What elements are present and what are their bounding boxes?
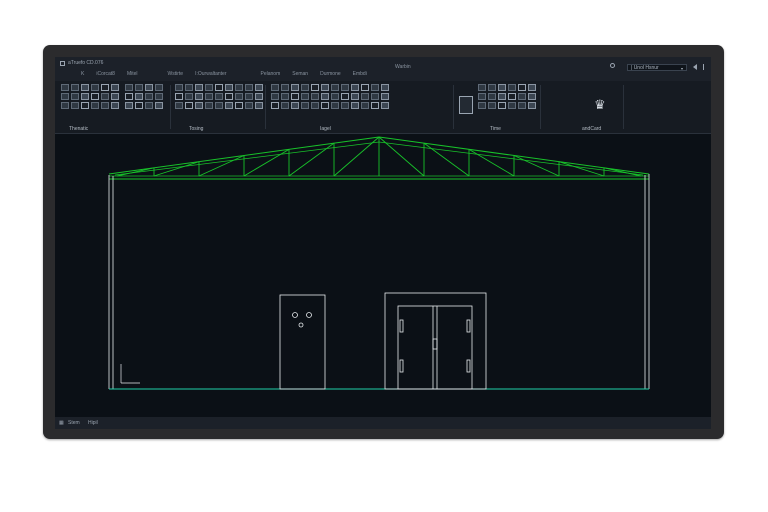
group-label-iagel: Iagel [320,126,331,132]
truss-member [378,136,425,177]
tool-group-iagel[interactable] [271,84,389,109]
menu-item-k[interactable]: K [81,71,84,77]
ribbon-separator [540,85,541,129]
single-door-frame [279,294,326,390]
search-icon[interactable] [610,63,615,68]
app-logo-icon [60,60,65,66]
ribbon-separator [265,85,266,129]
ribbon-separator [453,85,454,129]
prev-icon[interactable] [693,64,697,70]
monitor-bezel: aTruefo CD.076 K iCorcat8 Mitel Wstirte … [43,45,724,439]
status-icon: ▦ [59,420,64,426]
menu-item-wstirte[interactable]: Wstirte [168,71,184,77]
workspace-value: | Unol Hsnur [631,65,659,71]
window-title: Warbin [395,64,411,70]
truss-member [558,161,605,177]
status-right[interactable]: Hipil [88,420,98,426]
double-door [384,292,487,390]
app-name: aTruefo CD.076 [60,60,103,66]
menu-item-durmone[interactable]: Durmone [320,71,341,77]
menu-item-embdi[interactable]: Embdi [353,71,367,77]
tool-group-time[interactable] [478,84,536,109]
crown-icon[interactable]: ♛ [594,98,606,111]
chevron-down-icon: ▾ [680,66,683,71]
hinge [466,359,471,373]
menu-item-seman[interactable]: Seman [292,71,308,77]
tool-group-tosing[interactable] [175,84,263,109]
menu-item-ourwaltanter[interactable]: I:Ourwaltanter [195,71,226,77]
truss-member [378,141,644,176]
hinge [399,319,404,333]
title-bar: aTruefo CD.076 K iCorcat8 Mitel Wstirte … [55,57,711,81]
menu-item-corcat[interactable]: iCorcat8 [96,71,115,77]
status-bar: ▦ Stem Hipil [55,417,711,429]
drawing-canvas[interactable] [55,134,711,416]
truss-member [114,141,380,176]
ribbon-toolbar: ♛ Thenatic Tosing Iagel Time andCard [55,81,711,134]
ribbon-separator [170,85,171,129]
tool-group-thenatic-extra[interactable] [125,84,163,109]
door-window-left [292,312,298,318]
truss-member [333,136,380,177]
group-label-tosing: Tosing [189,126,204,132]
ribbon-separator [623,85,624,129]
door-window-right [306,312,312,318]
double-door-leaf [397,305,473,390]
door-knob [298,322,304,328]
ucs-axis-icon [120,364,140,384]
workspace-dropdown[interactable]: | Unol Hsnur ▾ [627,64,687,71]
status-left[interactable]: Stem [68,420,80,426]
hinge [466,319,471,333]
hinge [399,359,404,373]
truss-member [468,148,515,177]
cad-application-window: aTruefo CD.076 K iCorcat8 Mitel Wstirte … [55,57,711,429]
double-door-frame [384,292,487,390]
group-label-thenatic: Thenatic [69,126,89,132]
app-name-label: aTruefo CD.076 [68,60,104,66]
menu-item-pelanom[interactable]: Pelanom [261,71,281,77]
door-handle [432,338,438,350]
group-label-time: Time [490,126,501,132]
tool-group-thenatic[interactable] [61,84,119,109]
single-door [279,294,326,390]
menu-item-mitel[interactable]: Mitel [127,71,138,77]
group-label-andcard: andCard [582,126,602,132]
truss-member [243,148,290,177]
menu-bar: K iCorcat8 Mitel Wstirte I:Ourwaltanter … [81,71,367,77]
roof-truss [108,136,650,180]
large-tool-icon[interactable] [459,96,473,114]
building-frame [108,174,650,389]
more-icon[interactable] [703,64,704,70]
truss-member [153,161,200,177]
